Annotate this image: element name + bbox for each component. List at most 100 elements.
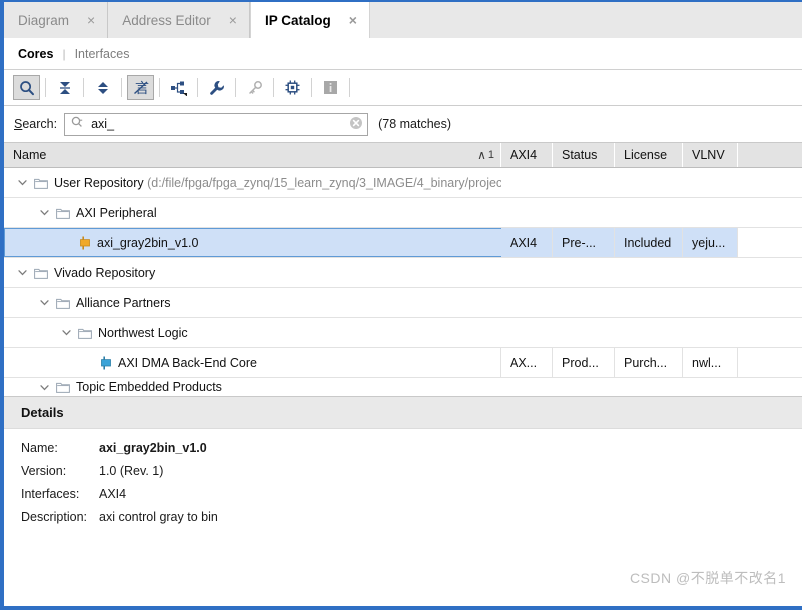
chevron-down-icon[interactable] <box>15 266 29 280</box>
collapse-all-icon[interactable] <box>51 75 78 100</box>
hide-filtered-icon[interactable]: 言 <box>127 75 154 100</box>
tab-diagram[interactable]: Diagram × <box>4 2 109 38</box>
details-fields: Name: axi_gray2bin_v1.0 Version: 1.0 (Rev. … <box>4 429 802 524</box>
table-row[interactable]: Alliance Partners <box>4 288 802 318</box>
search-input[interactable] <box>91 114 350 134</box>
tree-node: AXI DMA Back-End Core <box>4 348 500 377</box>
toolbar-separator <box>197 78 198 97</box>
column-header-spare[interactable] <box>738 143 802 167</box>
tab-label: Diagram <box>18 12 70 28</box>
cell-spare <box>501 258 802 287</box>
table-row[interactable]: AXI DMA Back-End Core AX... Prod... Purch..… <box>4 348 802 378</box>
group-by-icon[interactable] <box>165 75 192 100</box>
tab-ip-catalog[interactable]: IP Catalog × <box>249 2 370 38</box>
tree-node-label: Alliance Partners <box>76 296 171 310</box>
detail-value: 1.0 (Rev. 1) <box>99 464 164 478</box>
chevron-down-icon[interactable] <box>59 326 73 340</box>
info-icon[interactable] <box>317 75 344 100</box>
toolbar-separator <box>45 78 46 97</box>
cell-name: Northwest Logic <box>4 318 501 347</box>
column-header-license[interactable]: License <box>615 143 683 167</box>
cell-axi4: AXI4 <box>501 228 553 257</box>
column-header-status[interactable]: Status <box>553 143 615 167</box>
catalog-toolbar: 言 <box>4 70 802 106</box>
ip-catalog-window: Diagram × Address Editor × IP Catalog × Cores… <box>0 0 802 610</box>
table-row[interactable]: Vivado Repository <box>4 258 802 288</box>
subtab-separator: | <box>62 46 66 61</box>
column-header-axi4[interactable]: AXI4 <box>501 143 553 167</box>
table-row[interactable]: Northwest Logic <box>4 318 802 348</box>
tree-node-label: User Repository (d:/file/fpga/fpga_zynq/… <box>54 176 501 190</box>
detail-value: AXI4 <box>99 487 127 501</box>
close-icon[interactable]: × <box>347 13 359 27</box>
toolbar-separator <box>235 78 236 97</box>
tree-node-name: User Repository <box>54 175 148 190</box>
table-row[interactable]: axi_gray2bin_v1.0 AXI4 Pre-... Included yeju… <box>4 228 802 258</box>
tree-node-label: AXI Peripheral <box>76 206 157 220</box>
tab-cores[interactable]: Cores <box>18 47 53 61</box>
tree-node-path: (d:/file/fpga/fpga_zynq/15_learn_zynq/3_… <box>147 175 501 190</box>
cell-vlnv: yeju... <box>683 228 738 257</box>
cell-spare <box>501 318 802 347</box>
tab-label: Address Editor <box>122 12 211 28</box>
tree-node: Topic Embedded Products <box>4 378 501 396</box>
table-row[interactable]: Topic Embedded Products <box>4 378 802 396</box>
cell-name: Topic Embedded Products <box>4 378 501 396</box>
column-header-name[interactable]: Name ∧ 1 <box>4 143 501 167</box>
cell-spare <box>738 228 802 257</box>
ip-core-icon-blue <box>100 356 112 370</box>
twisty-placeholder <box>60 236 74 250</box>
cell-status: Prod... <box>553 348 615 377</box>
sort-ascending-icon: ∧ <box>477 148 486 162</box>
table-body: User Repository (d:/file/fpga/fpga_zynq/… <box>4 168 802 396</box>
detail-label: Interfaces: <box>21 487 80 501</box>
license-key-icon[interactable] <box>241 75 268 100</box>
cell-name: Vivado Repository <box>4 258 501 287</box>
column-header-label: VLNV <box>692 148 725 162</box>
settings-wrench-icon[interactable] <box>203 75 230 100</box>
table-row[interactable]: AXI Peripheral <box>4 198 802 228</box>
tab-address-editor[interactable]: Address Editor × <box>108 2 250 38</box>
chevron-down-icon[interactable] <box>37 296 51 310</box>
search-box[interactable] <box>64 112 369 136</box>
details-title: Details <box>4 397 802 429</box>
detail-label: Version: <box>21 464 67 478</box>
close-icon[interactable]: × <box>85 13 97 27</box>
detail-value: axi_gray2bin_v1.0 <box>99 441 207 455</box>
catalog-subtab-bar: Cores | Interfaces <box>4 38 802 70</box>
match-count-label: (78 matches) <box>378 117 452 131</box>
tab-interfaces[interactable]: Interfaces <box>75 47 130 61</box>
cell-vlnv: nwl... <box>683 348 738 377</box>
tab-strip: Diagram × Address Editor × IP Catalog × <box>4 2 802 38</box>
chevron-down-icon[interactable] <box>37 380 51 394</box>
tree-node: AXI Peripheral <box>4 198 501 227</box>
tab-label: IP Catalog <box>264 12 331 28</box>
toolbar-separator <box>349 78 350 97</box>
expand-all-icon[interactable] <box>89 75 116 100</box>
tree-node-label: Topic Embedded Products <box>76 380 222 394</box>
ip-settings-icon[interactable] <box>279 75 306 100</box>
tree-node: Vivado Repository <box>4 258 501 287</box>
search-row: Search: (78 matches) <box>4 106 802 142</box>
chevron-down-icon[interactable] <box>37 206 51 220</box>
toolbar-separator <box>311 78 312 97</box>
detail-label: Name: <box>21 441 58 455</box>
chevron-down-icon[interactable] <box>15 176 29 190</box>
cell-axi4: AX... <box>501 348 553 377</box>
details-panel: Details Name: axi_gray2bin_v1.0 Version: 1.… <box>4 396 802 606</box>
folder-icon <box>34 177 48 189</box>
toolbar-separator <box>273 78 274 97</box>
cell-spare <box>501 378 802 396</box>
clear-search-icon[interactable] <box>349 116 363 133</box>
table-row[interactable]: User Repository (d:/file/fpga/fpga_zynq/… <box>4 168 802 198</box>
ip-core-icon-orange <box>79 236 91 250</box>
detail-label: Description: <box>21 510 87 524</box>
cell-name: User Repository (d:/file/fpga/fpga_zynq/… <box>4 168 501 197</box>
toolbar-separator <box>83 78 84 97</box>
search-toggle-icon[interactable] <box>13 75 40 100</box>
folder-icon <box>34 267 48 279</box>
cell-spare <box>501 168 802 197</box>
column-header-vlnv[interactable]: VLNV <box>683 143 738 167</box>
close-icon[interactable]: × <box>227 13 239 27</box>
tree-node-name: Vivado Repository <box>54 265 156 280</box>
